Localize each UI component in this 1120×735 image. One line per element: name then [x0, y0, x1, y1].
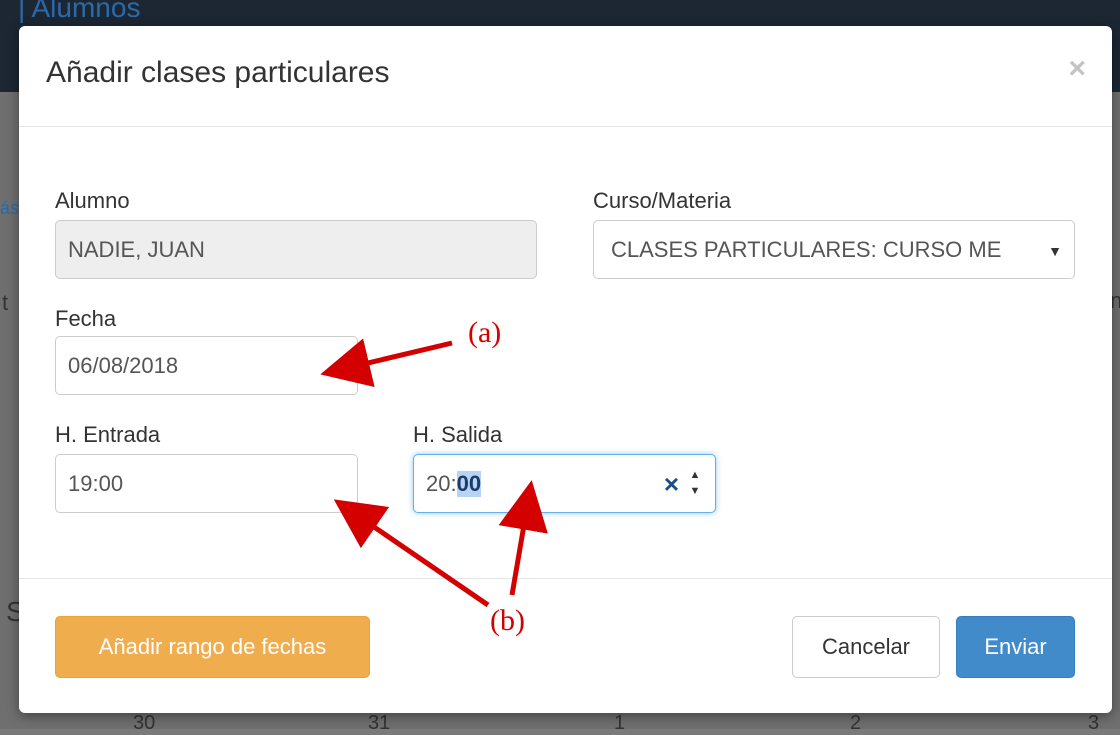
annotation-label-a: (a) [468, 316, 502, 349]
arrow-b-to-salida [498, 480, 548, 596]
arrow-b-to-entrada [333, 499, 490, 608]
arrow-a-to-fecha [320, 338, 453, 388]
annotation-arrows [320, 338, 548, 608]
annotation-label-b: (b) [490, 604, 525, 637]
